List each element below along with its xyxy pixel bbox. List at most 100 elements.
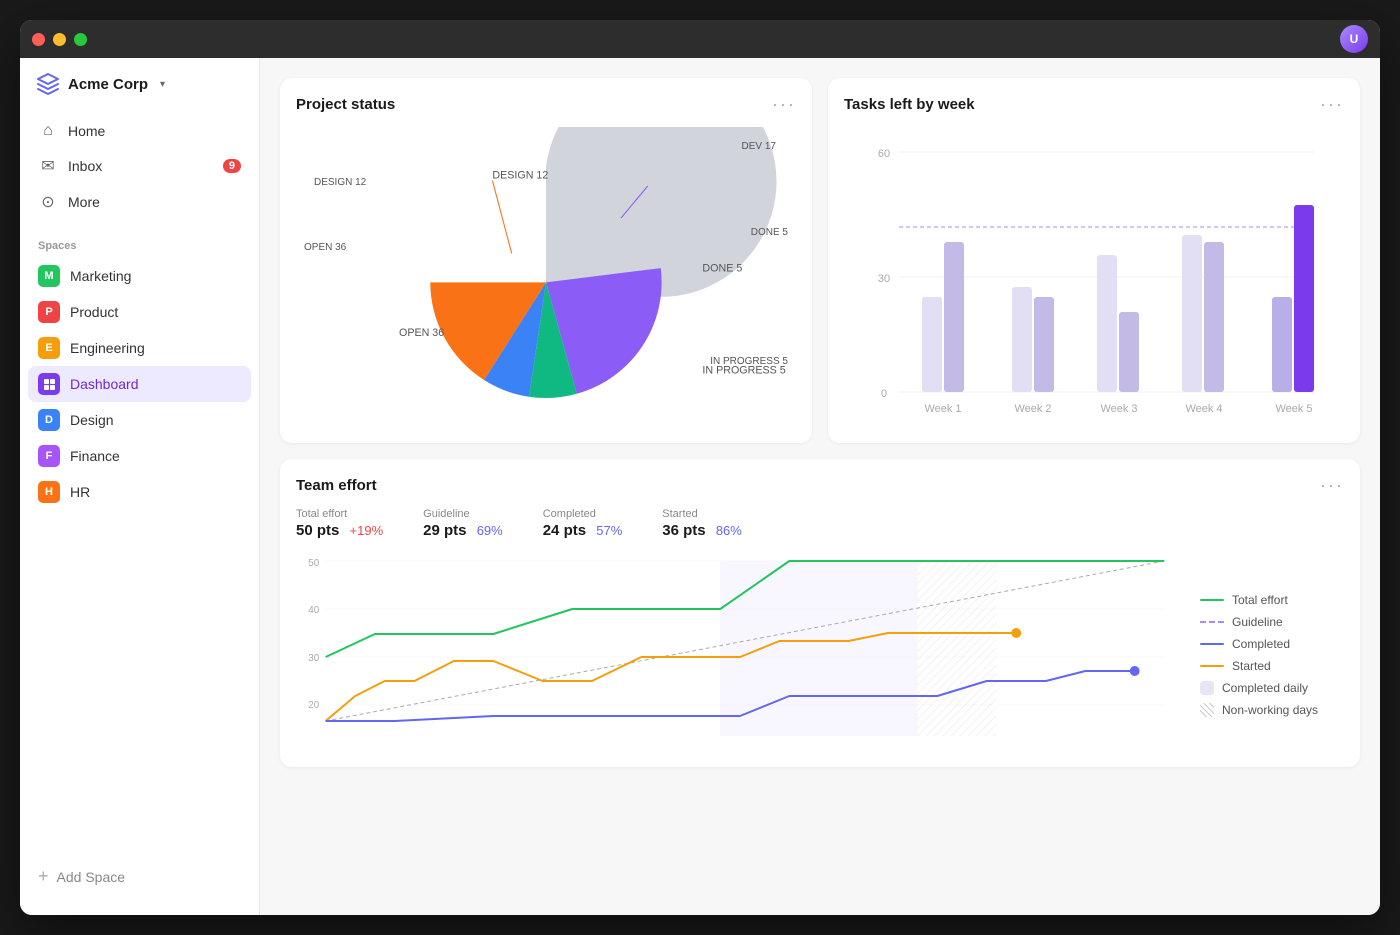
space-avatar-engineering: E [38,337,60,359]
stat-value: 36 pts 86% [662,522,742,539]
bar-w5-1 [1272,297,1292,392]
legend-hatch-icon [1200,703,1214,717]
space-label: Marketing [70,268,131,284]
stat-label: Guideline [423,508,503,520]
y-label-30: 30 [878,273,890,285]
legend-dashed-icon [1200,621,1224,623]
y-20: 20 [308,700,319,711]
sidebar-item-engineering[interactable]: E Engineering [28,330,251,366]
pie-chart-container: DEV 17 DONE 5 IN PROGRESS 5 OPEN 36 DESI… [296,127,796,427]
bar-chart-container: 60 30 0 [844,127,1344,427]
charts-row: Project status ··· [280,78,1360,443]
legend-label: Started [1232,659,1271,673]
plus-icon: + [38,866,49,887]
tasks-header: Tasks left by week ··· [844,94,1344,115]
x-label-w3: Week 3 [1100,403,1137,415]
sidebar-item-home[interactable]: ⌂ Home [28,114,251,148]
x-label-w4: Week 4 [1185,403,1222,415]
space-label: Dashboard [70,376,139,392]
space-avatar-hr: H [38,481,60,503]
stat-guideline: Guideline 29 pts 69% [423,508,503,539]
y-40: 40 [308,605,319,616]
stat-completed: Completed 24 pts 57% [543,508,623,539]
design-label-line [492,181,511,254]
stat-suffix: +19% [350,523,384,538]
x-label-w1: Week 1 [924,403,961,415]
sidebar-item-hr[interactable]: H HR [28,474,251,510]
sidebar-item-dashboard[interactable]: Dashboard [28,366,251,402]
legend-completed-daily: Completed daily [1200,681,1344,695]
bar-w2-1 [1012,287,1032,392]
legend-label: Completed daily [1222,681,1308,695]
space-label: Engineering [70,340,145,356]
stat-suffix: 69% [477,523,503,538]
close-button[interactable] [32,33,45,46]
space-avatar-marketing: M [38,265,60,287]
sidebar-item-more[interactable]: ⊙ More [28,184,251,220]
sidebar-item-finance[interactable]: F Finance [28,438,251,474]
spaces-list: M Marketing P Product E Engineering [20,258,259,854]
space-label: Product [70,304,118,320]
avatar[interactable]: U [1340,25,1368,53]
team-chart-area: 50 40 30 20 [296,551,1344,751]
traffic-lights [32,33,87,46]
space-avatar-design: D [38,409,60,431]
minimize-button[interactable] [53,33,66,46]
team-effort-header: Team effort ··· [296,475,1344,496]
legend-line-icon [1200,643,1224,645]
project-status-title: Project status [296,96,395,113]
inbox-icon: ✉ [38,156,58,176]
app-body: Acme Corp ▾ ⌂ Home ✉ Inbox 9 ⊙ More [20,58,1380,915]
sidebar-item-marketing[interactable]: M Marketing [28,258,251,294]
stat-total-effort: Total effort 50 pts +19% [296,508,383,539]
tasks-title: Tasks left by week [844,96,975,113]
main-content: Project status ··· [260,58,1380,915]
y-30: 30 [308,653,319,664]
legend-line-icon [1200,599,1224,601]
stat-label: Started [662,508,742,520]
space-avatar-product: P [38,301,60,323]
done-label: DONE 5 [702,263,742,275]
more-icon: ⊙ [38,192,58,212]
space-avatar-finance: F [38,445,60,467]
project-status-more-button[interactable]: ··· [772,94,796,115]
stat-value: 24 pts 57% [543,522,623,539]
stat-label: Completed [543,508,623,520]
bar-w3-2 [1119,312,1139,392]
team-effort-title: Team effort [296,477,377,494]
stat-value: 50 pts +19% [296,522,383,539]
bar-w5-2 [1294,205,1314,392]
add-space-label: Add Space [57,869,126,885]
add-space-button[interactable]: + Add Space [28,858,251,895]
sidebar-item-design[interactable]: D Design [28,402,251,438]
x-label-w2: Week 2 [1014,403,1051,415]
sidebar-item-product[interactable]: P Product [28,294,251,330]
brand-icon [36,72,60,96]
app-window: U Acme Corp ▾ ⌂ Home ✉ Inbox [20,20,1380,915]
sidebar-item-inbox[interactable]: ✉ Inbox 9 [28,148,251,184]
space-label: HR [70,484,90,500]
completed-dot [1130,666,1140,676]
tasks-more-button[interactable]: ··· [1320,94,1344,115]
pie-chart-svg: DEV 17 DONE 5 IN PROGRESS 5 OPEN 36 DESI… [296,127,796,427]
legend-label: Completed [1232,637,1290,651]
stat-started: Started 36 pts 86% [662,508,742,539]
legend-non-working: Non-working days [1200,703,1344,717]
brand-chevron-icon: ▾ [160,79,165,90]
bar-w4-2 [1204,242,1224,392]
sidebar-item-label: Home [68,123,105,139]
brand-button[interactable]: Acme Corp ▾ [20,58,259,110]
team-effort-card: Team effort ··· Total effort 50 pts +19%… [280,459,1360,767]
legend-box-icon [1200,681,1214,695]
line-chart-svg: 50 40 30 20 [296,551,1184,751]
legend-label: Total effort [1232,593,1288,607]
home-icon: ⌂ [38,122,58,140]
started-dot [1011,628,1021,638]
maximize-button[interactable] [74,33,87,46]
non-working-area [918,561,997,736]
team-effort-more-button[interactable]: ··· [1320,475,1344,496]
legend-started: Started [1200,659,1344,673]
spaces-label: Spaces [20,224,259,258]
legend-guideline: Guideline [1200,615,1344,629]
sidebar-nav: ⌂ Home ✉ Inbox 9 ⊙ More [20,110,259,224]
